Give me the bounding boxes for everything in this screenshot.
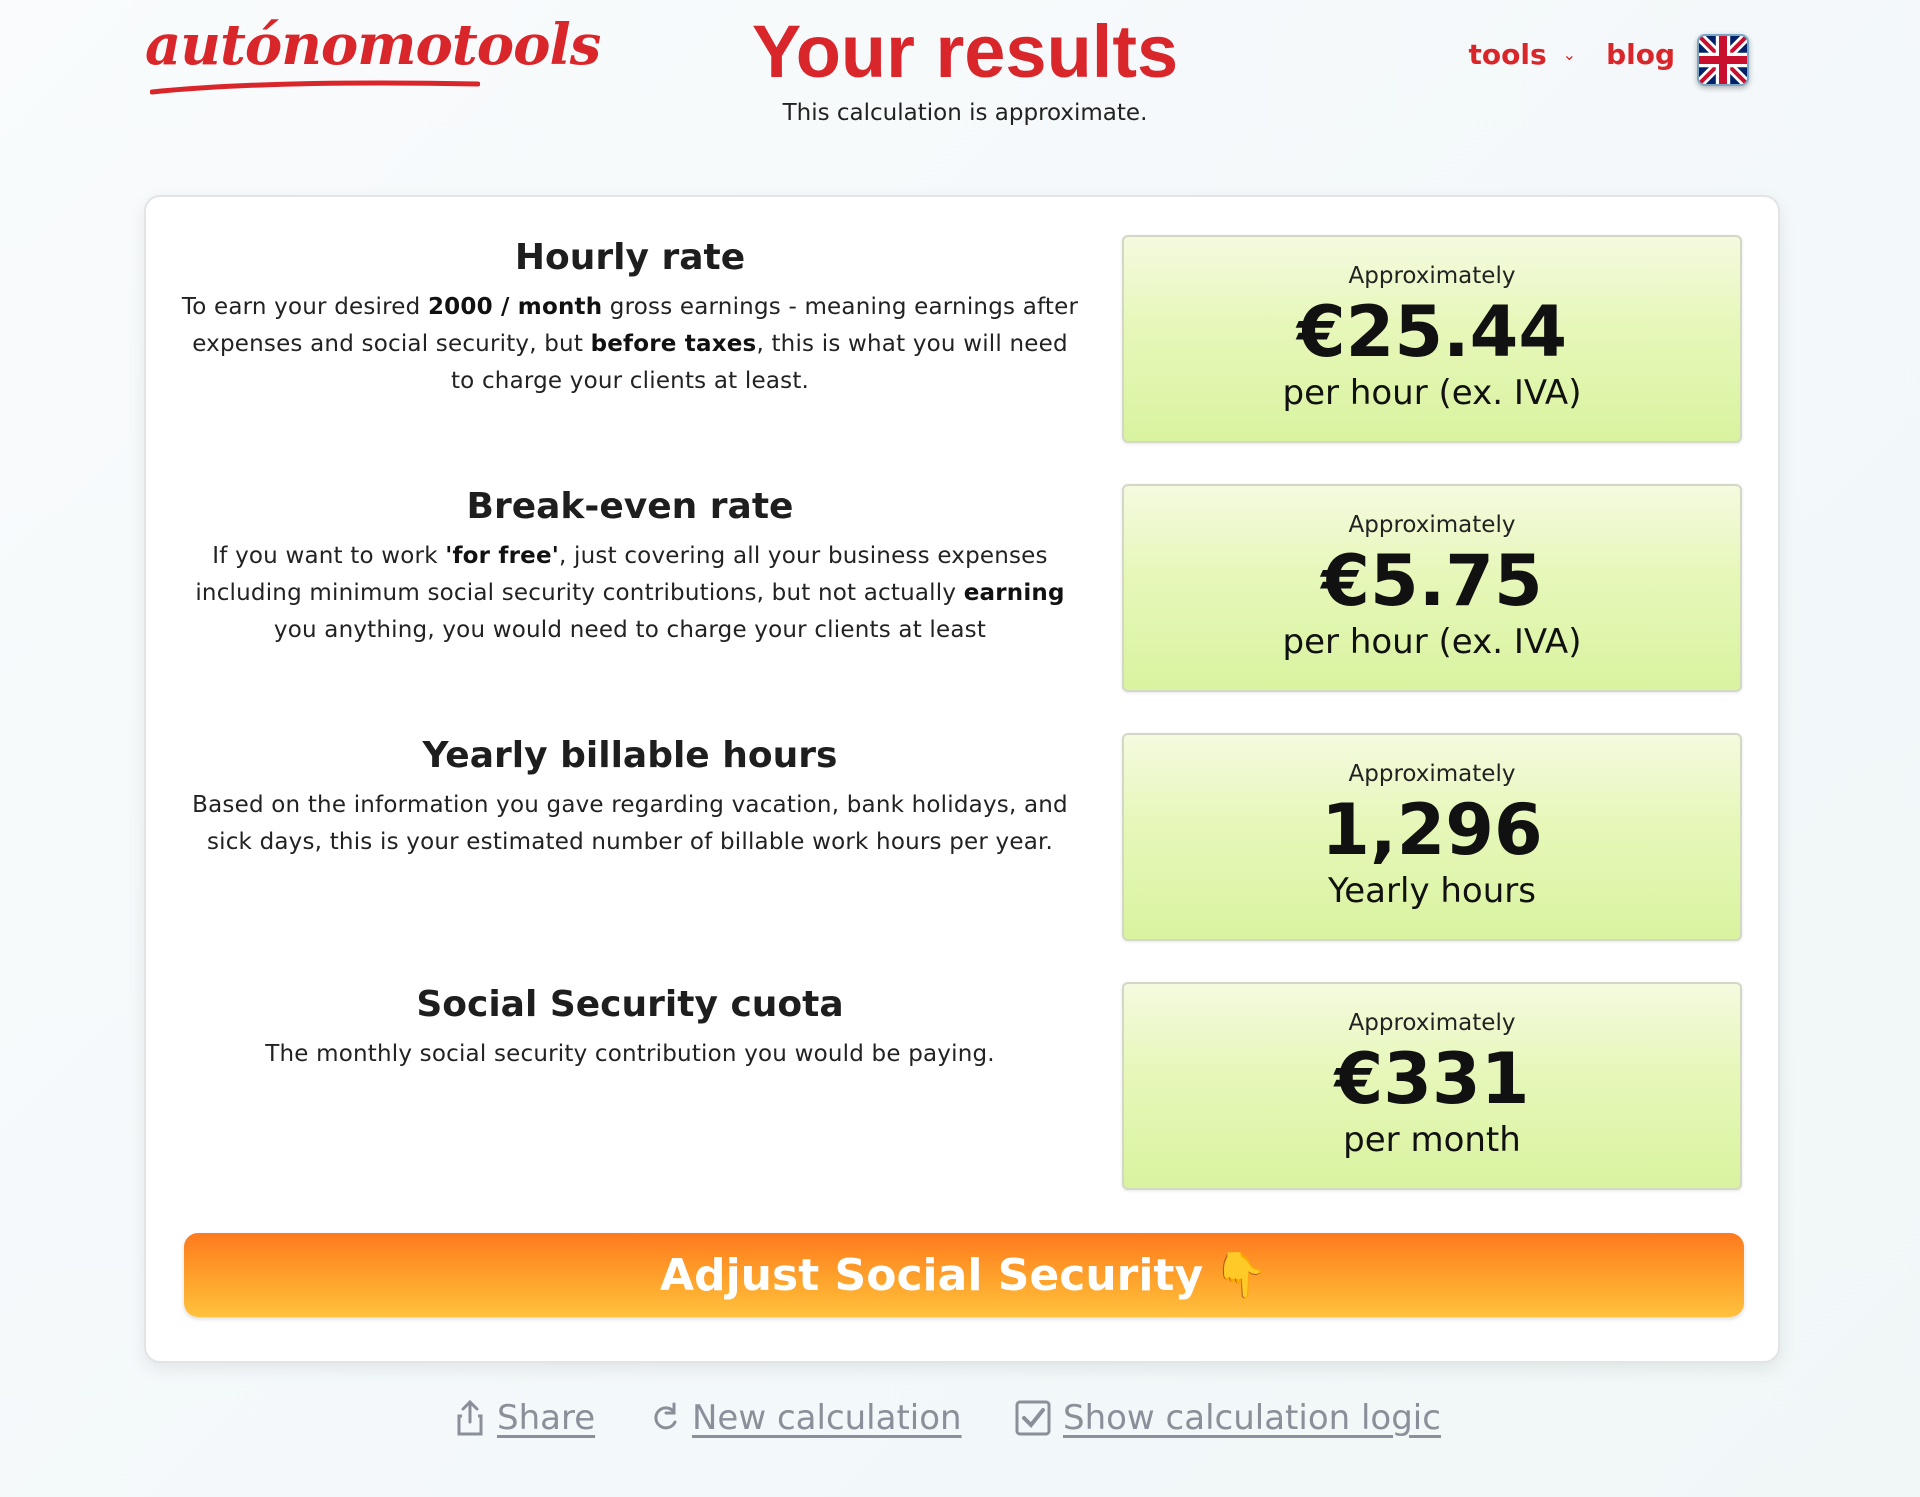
result-value: 1,296 xyxy=(1321,789,1543,871)
page-subtitle: This calculation is approximate. xyxy=(782,100,1148,126)
result-row-hourly-rate: Hourly rate To earn your desired 2000 / … xyxy=(146,235,1778,447)
result-value-box: Approximately €25.44 per hour (ex. IVA) xyxy=(1122,235,1742,443)
result-row-yearly-hours: Yearly billable hours Based on the infor… xyxy=(146,733,1778,945)
page-title: Your results xyxy=(751,10,1179,93)
result-description: Based on the information you gave regard… xyxy=(192,792,1068,855)
approx-label: Approximately xyxy=(1348,512,1516,538)
result-value: €331 xyxy=(1334,1038,1530,1120)
chevron-down-icon[interactable]: ⌄ xyxy=(1563,45,1576,64)
show-logic-label: Show calculation logic xyxy=(1063,1398,1441,1438)
refresh-icon xyxy=(654,1402,677,1430)
approx-label: Approximately xyxy=(1348,263,1516,289)
share-label: Share xyxy=(497,1398,596,1438)
adjust-social-security-button[interactable]: Adjust Social Security 👇 xyxy=(184,1233,1744,1317)
checkbox-icon xyxy=(1015,1400,1051,1436)
uk-flag-icon[interactable] xyxy=(1697,34,1749,86)
nav-tools-link[interactable]: tools xyxy=(1469,38,1547,71)
result-description: If you want to work 'for free', just cov… xyxy=(195,543,1065,643)
result-title: Break-even rate xyxy=(466,486,794,527)
share-icon xyxy=(457,1399,483,1436)
result-value: €5.75 xyxy=(1321,540,1543,622)
result-unit: per hour (ex. IVA) xyxy=(1282,622,1582,662)
logo-underline xyxy=(150,80,480,95)
result-unit: per hour (ex. IVA) xyxy=(1282,373,1582,413)
share-link[interactable]: Share xyxy=(455,1398,595,1438)
result-unit: per month xyxy=(1343,1120,1521,1160)
pointing-down-icon: 👇 xyxy=(1213,1250,1268,1301)
result-unit: Yearly hours xyxy=(1328,871,1536,911)
result-value-box: Approximately €5.75 per hour (ex. IVA) xyxy=(1122,484,1742,692)
result-value-box: Approximately 1,296 Yearly hours xyxy=(1122,733,1742,941)
show-logic-link[interactable]: Show calculation logic xyxy=(1015,1398,1441,1438)
result-value: €25.44 xyxy=(1296,291,1568,373)
result-description: The monthly social security contribution… xyxy=(265,1041,995,1067)
approx-label: Approximately xyxy=(1348,1010,1516,1036)
new-calculation-label: New calculation xyxy=(692,1398,962,1438)
cta-label: Adjust Social Security xyxy=(660,1250,1204,1301)
top-nav: tools ⌄ blog xyxy=(1469,38,1675,71)
result-row-social-security: Social Security cuota The monthly social… xyxy=(146,982,1778,1194)
nav-blog-link[interactable]: blog xyxy=(1606,38,1675,71)
brand-logo[interactable]: autónomotools xyxy=(145,12,601,78)
result-value-box: Approximately €331 per month xyxy=(1122,982,1742,1190)
result-title: Yearly billable hours xyxy=(422,735,838,776)
result-description: To earn your desired 2000 / month gross … xyxy=(181,294,1079,394)
result-title: Social Security cuota xyxy=(416,984,844,1025)
page-header: Your results This calculation is approxi… xyxy=(680,8,1250,126)
new-calculation-link[interactable]: New calculation xyxy=(650,1398,962,1438)
result-title: Hourly rate xyxy=(514,237,746,278)
approx-label: Approximately xyxy=(1348,761,1516,787)
result-row-break-even-rate: Break-even rate If you want to work 'for… xyxy=(146,484,1778,696)
results-card: Hourly rate To earn your desired 2000 / … xyxy=(144,195,1780,1363)
